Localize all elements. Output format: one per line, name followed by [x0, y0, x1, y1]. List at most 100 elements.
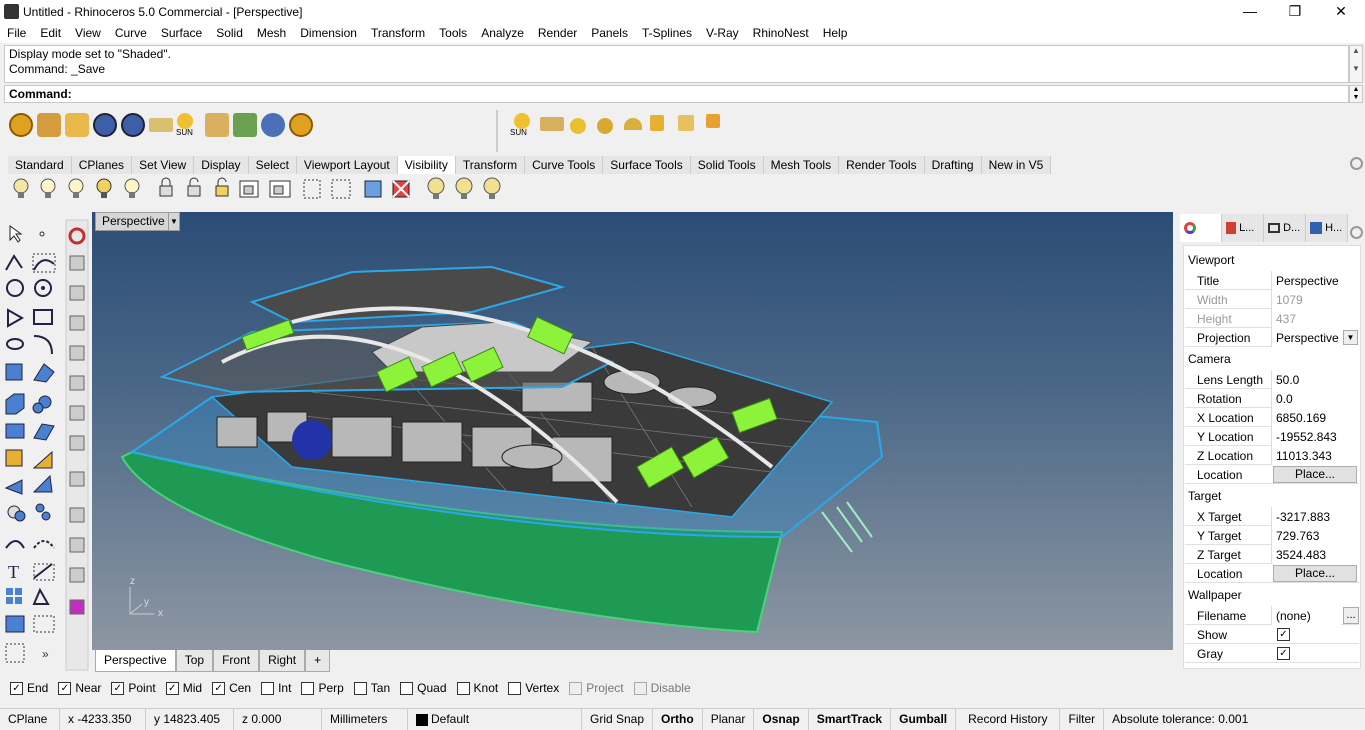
menu-mesh[interactable]: Mesh: [250, 23, 293, 43]
offset-icon[interactable]: [33, 540, 55, 549]
bulb-group-2-icon[interactable]: [455, 177, 473, 199]
tab-transform[interactable]: Transform: [455, 156, 526, 174]
tab-solid-tools[interactable]: Solid Tools: [690, 156, 764, 174]
osnap-mid-checkbox[interactable]: ✓: [165, 681, 179, 695]
tab-visibility[interactable]: Visibility: [397, 156, 456, 174]
command-input[interactable]: Command:: [4, 85, 1349, 103]
osnap-point-checkbox[interactable]: ✓: [111, 681, 125, 695]
menu-solid[interactable]: Solid: [209, 23, 250, 43]
osnap-tan-checkbox[interactable]: [353, 681, 367, 695]
dome-light-icon[interactable]: [624, 118, 642, 130]
menu-help[interactable]: Help: [816, 23, 855, 43]
prop-rotation-field[interactable]: 0.0: [1271, 389, 1359, 408]
circle-icon[interactable]: [6, 279, 24, 297]
toolbar-options-gear-icon[interactable]: [1350, 157, 1363, 170]
menu-edit[interactable]: Edit: [33, 23, 68, 43]
osnap-vertex[interactable]: Vertex: [508, 681, 559, 695]
render-preview-icon[interactable]: [5, 615, 25, 633]
prop-title-field[interactable]: Perspective: [1271, 271, 1359, 290]
prop-ytarget-field[interactable]: 729.763: [1271, 526, 1359, 545]
close-button[interactable]: ✕: [1327, 2, 1355, 20]
vray-options-icon[interactable]: [37, 113, 61, 137]
tab-surface-tools[interactable]: Surface Tools: [603, 156, 691, 174]
target-place-button[interactable]: Place...: [1273, 565, 1357, 582]
surface-edge-icon[interactable]: [33, 363, 55, 383]
analysis-icon[interactable]: [32, 587, 50, 605]
tab-set-view[interactable]: Set View: [132, 156, 195, 174]
vray-light-icon[interactable]: [205, 113, 229, 137]
arc-icon[interactable]: [33, 335, 53, 355]
prop-ztarget-field[interactable]: 3524.483: [1271, 545, 1359, 564]
tab-standard[interactable]: Standard: [8, 156, 72, 174]
osnap-int[interactable]: Int: [261, 681, 291, 695]
prop-xtarget-field[interactable]: -3217.883: [1271, 507, 1359, 526]
projection-dropdown-icon[interactable]: ▼: [1343, 330, 1358, 345]
osnap-project[interactable]: Project: [569, 681, 624, 695]
directional-light-icon[interactable]: [706, 114, 720, 128]
osnap-disable[interactable]: Disable: [633, 681, 691, 695]
vray-render-icon[interactable]: [93, 113, 117, 137]
menu-transform[interactable]: Transform: [364, 23, 432, 43]
osnap-int-checkbox[interactable]: [261, 681, 275, 695]
osnap-disable-checkbox[interactable]: [633, 681, 647, 695]
unlock-icon[interactable]: [187, 177, 201, 197]
osnap-perp-checkbox[interactable]: [301, 681, 315, 695]
osnap-end-checkbox[interactable]: ✓: [10, 681, 23, 695]
osnap-vertex-checkbox[interactable]: [508, 681, 522, 695]
status-osnap[interactable]: Osnap: [754, 709, 809, 730]
menu-panels[interactable]: Panels: [584, 23, 635, 43]
point-icon[interactable]: [39, 231, 45, 237]
show-wallpaper-checkbox[interactable]: ✓: [1277, 628, 1290, 641]
status-planar[interactable]: Planar: [703, 709, 755, 730]
status-filter[interactable]: Filter: [1060, 709, 1105, 730]
tab-display[interactable]: Display: [194, 156, 249, 174]
status-units[interactable]: Millimeters: [322, 709, 408, 730]
camera-place-button[interactable]: Place...: [1273, 466, 1357, 483]
vray-proxy-icon[interactable]: [233, 113, 257, 137]
osnap-knot-checkbox[interactable]: [456, 681, 470, 695]
panel-gear-icon[interactable]: [1350, 226, 1363, 239]
osnap-near-checkbox[interactable]: ✓: [58, 681, 72, 695]
tab-display[interactable]: D...: [1264, 214, 1306, 242]
select-arrow-icon[interactable]: [9, 225, 23, 243]
viewport-title[interactable]: Perspective: [95, 212, 172, 231]
osnap-knot[interactable]: Knot: [456, 681, 498, 695]
polygon-icon[interactable]: [7, 308, 25, 328]
tab-help[interactable]: H...: [1306, 214, 1348, 242]
osnap-quad-checkbox[interactable]: [400, 681, 414, 695]
osnap-tan[interactable]: Tan: [353, 681, 390, 695]
explode-icon[interactable]: [32, 474, 53, 493]
more-tools-grid-icon[interactable]: [5, 643, 25, 663]
menu-surface[interactable]: Surface: [154, 23, 209, 43]
dimension-icon[interactable]: [33, 563, 55, 581]
hide-points-bulb-icon[interactable]: [124, 178, 140, 198]
osnap-near[interactable]: ✓ Near: [58, 681, 101, 695]
bulb-group-1-icon[interactable]: [427, 177, 445, 199]
tab-curve-tools[interactable]: Curve Tools: [525, 156, 604, 174]
sun-light-icon[interactable]: [514, 113, 530, 129]
status-grid-snap[interactable]: Grid Snap: [582, 709, 654, 730]
menu-render[interactable]: Render: [531, 23, 584, 43]
lock-selected-icon[interactable]: [215, 177, 229, 197]
viewport-menu-arrow-icon[interactable]: ▼: [168, 212, 180, 231]
vray-frame-buffer-icon[interactable]: [149, 118, 173, 132]
prop-yloc-field[interactable]: -19552.843: [1271, 427, 1359, 446]
tab-select[interactable]: Select: [248, 156, 297, 174]
point-edit-icon[interactable]: [32, 450, 53, 469]
sphere-light-icon[interactable]: [570, 118, 586, 134]
osnap-quad[interactable]: Quad: [400, 681, 447, 695]
perspective-viewport[interactable]: [92, 212, 1173, 650]
box-icon[interactable]: [5, 393, 25, 415]
tab-render-tools[interactable]: Render Tools: [839, 156, 925, 174]
restore-button[interactable]: ❐: [1281, 2, 1309, 20]
menu-dimension[interactable]: Dimension: [293, 23, 364, 43]
viewport-tab-front[interactable]: Front: [213, 650, 260, 672]
prop-filename-field[interactable]: (none): [1271, 606, 1341, 625]
vray-rt-render-icon[interactable]: [121, 113, 145, 137]
osnap-mid[interactable]: ✓ Mid: [165, 681, 202, 695]
surface-corner-icon[interactable]: [5, 363, 23, 381]
osnap-perp[interactable]: Perp: [301, 681, 344, 695]
polyline-icon[interactable]: [5, 254, 23, 271]
plane-light-icon[interactable]: [540, 117, 564, 131]
show-points-grid-icon[interactable]: [303, 179, 321, 199]
